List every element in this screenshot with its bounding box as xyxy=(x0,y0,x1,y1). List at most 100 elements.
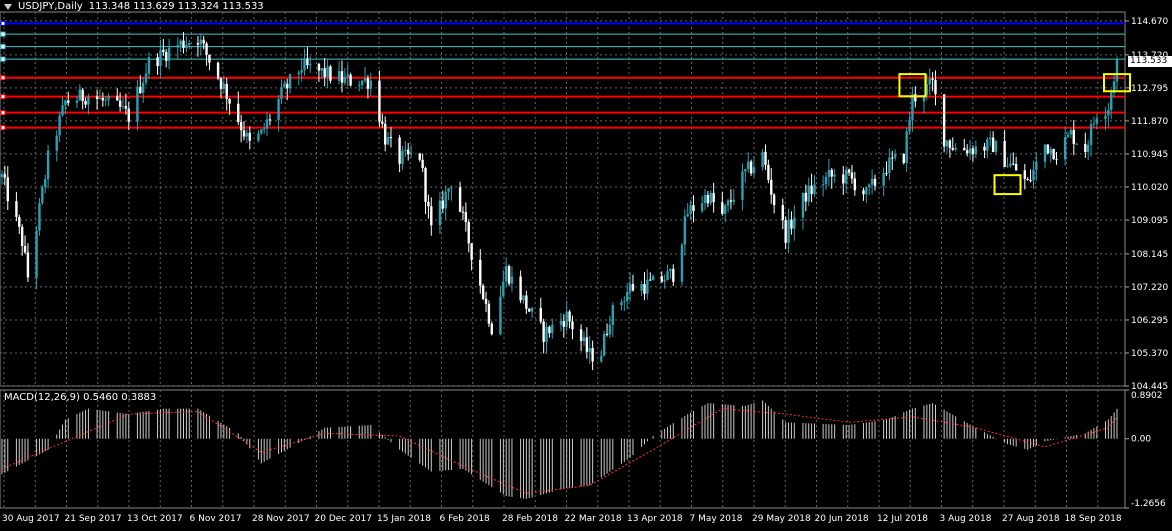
candle-bear xyxy=(464,212,468,222)
candle-bull xyxy=(438,200,442,226)
macd-tick-label: -1.2656 xyxy=(1131,499,1166,509)
chart-header: USDJPY,Daily 113.348 113.629 113.324 113… xyxy=(4,1,264,12)
candle-bull xyxy=(78,89,81,101)
candle-bear xyxy=(548,326,551,334)
candle-bear xyxy=(991,137,995,152)
candle-bull xyxy=(369,80,372,89)
candle-bull xyxy=(522,295,525,301)
candle-bear xyxy=(810,185,813,195)
candle-bear xyxy=(127,108,130,122)
candle-bull xyxy=(343,77,347,83)
candle-bull xyxy=(801,192,805,218)
x-tick-label: 20 Jun 2018 xyxy=(815,514,869,524)
candle-bull xyxy=(1115,58,1119,82)
x-tick-label: 21 Sep 2017 xyxy=(65,514,122,524)
macd-pane-frame xyxy=(0,389,1126,509)
candle-bear xyxy=(461,211,465,213)
candle-bull xyxy=(582,337,586,342)
candle-bull xyxy=(821,184,825,186)
candle-bull xyxy=(1104,115,1107,120)
candle-bull xyxy=(280,87,283,99)
candle-bear xyxy=(286,83,289,89)
candle-bull xyxy=(908,119,911,132)
candle-bull xyxy=(1110,92,1113,110)
candle-bull xyxy=(41,187,44,203)
candle-bear xyxy=(323,68,326,78)
candle-bear xyxy=(484,299,488,304)
line-anchor-icon xyxy=(0,75,6,81)
candle-bull xyxy=(447,188,450,192)
x-tick-label: 22 Mar 2018 xyxy=(565,514,622,524)
candle-bear xyxy=(196,42,200,45)
candle-bear xyxy=(672,268,675,282)
candle-bear xyxy=(631,284,635,291)
candle-bull xyxy=(600,355,603,362)
x-tick-label: 6 Nov 2017 xyxy=(190,514,242,524)
candle-bear xyxy=(479,259,482,286)
candle-bear xyxy=(481,285,485,300)
line-anchor-icon xyxy=(0,31,6,37)
x-tick-label: 30 Aug 2017 xyxy=(2,514,60,524)
candle-bull xyxy=(669,268,672,272)
candle-bull xyxy=(608,324,612,335)
candle-bear xyxy=(208,54,211,63)
candle-bull xyxy=(646,279,649,294)
candle-bear xyxy=(317,63,321,71)
y-tick-label: 108.145 xyxy=(1131,250,1168,260)
candle-bear xyxy=(729,200,733,202)
candle-bear xyxy=(847,169,851,173)
candle-bear xyxy=(470,243,473,260)
candlestick-chart[interactable]: 30 Aug 2017 21 Sep 2017 13 Oct 2017 6 Nov 2… xyxy=(0,0,1172,527)
candle-bear xyxy=(407,149,410,155)
candle-bull xyxy=(288,74,292,89)
candle-bear xyxy=(885,172,888,174)
candle-bear xyxy=(804,192,808,202)
candle-bull xyxy=(1095,119,1099,124)
candle-bear xyxy=(1072,129,1075,144)
candle-bear xyxy=(228,99,231,104)
candle-bear xyxy=(712,192,715,203)
candle-bull xyxy=(1107,109,1110,116)
candle-bear xyxy=(902,154,905,163)
x-tick-label: 27 Aug 2018 xyxy=(1002,514,1060,524)
chart-window[interactable]: 30 Aug 2017 21 Sep 2017 13 Oct 2017 6 Nov 2… xyxy=(0,0,1172,527)
candle-bear xyxy=(579,329,583,342)
candle-bull xyxy=(404,149,407,151)
candle-bear xyxy=(467,221,470,244)
candle-bear xyxy=(1029,180,1032,182)
candle-bull xyxy=(602,333,606,356)
candle-bull xyxy=(188,42,191,45)
candle-bear xyxy=(219,78,223,89)
candle-bull xyxy=(179,40,182,46)
dropdown-arrow-icon[interactable] xyxy=(4,3,12,10)
candle-bull xyxy=(136,86,139,122)
x-tick-label: 28 Nov 2017 xyxy=(252,514,310,524)
candle-bear xyxy=(378,80,381,122)
candle-bear xyxy=(965,150,969,154)
candle-bull xyxy=(882,172,885,186)
candle-bull xyxy=(504,266,508,282)
candle-bull xyxy=(502,281,505,297)
candle-bear xyxy=(934,80,937,95)
candle-bear xyxy=(942,94,946,147)
candle-bear xyxy=(1026,178,1029,181)
candle-bear xyxy=(585,337,589,352)
candle-bull xyxy=(545,326,548,342)
candle-bull xyxy=(1006,165,1009,167)
candle-bull xyxy=(1092,123,1096,125)
line-anchor-icon xyxy=(0,20,6,26)
candle-bull xyxy=(663,280,666,282)
candle-bull xyxy=(104,99,107,101)
candle-bull xyxy=(640,284,643,291)
candle-bear xyxy=(398,137,401,164)
candle-bull xyxy=(309,63,312,66)
candle-bear xyxy=(124,106,128,109)
candle-bull xyxy=(199,39,202,45)
candle-bear xyxy=(81,89,84,102)
candle-bull xyxy=(732,199,736,202)
x-tick-label: 6 Feb 2018 xyxy=(440,514,491,524)
candle-bull xyxy=(320,68,324,71)
candle-bear xyxy=(95,96,99,100)
candle-bull xyxy=(363,78,367,81)
candle-bull xyxy=(297,72,300,75)
